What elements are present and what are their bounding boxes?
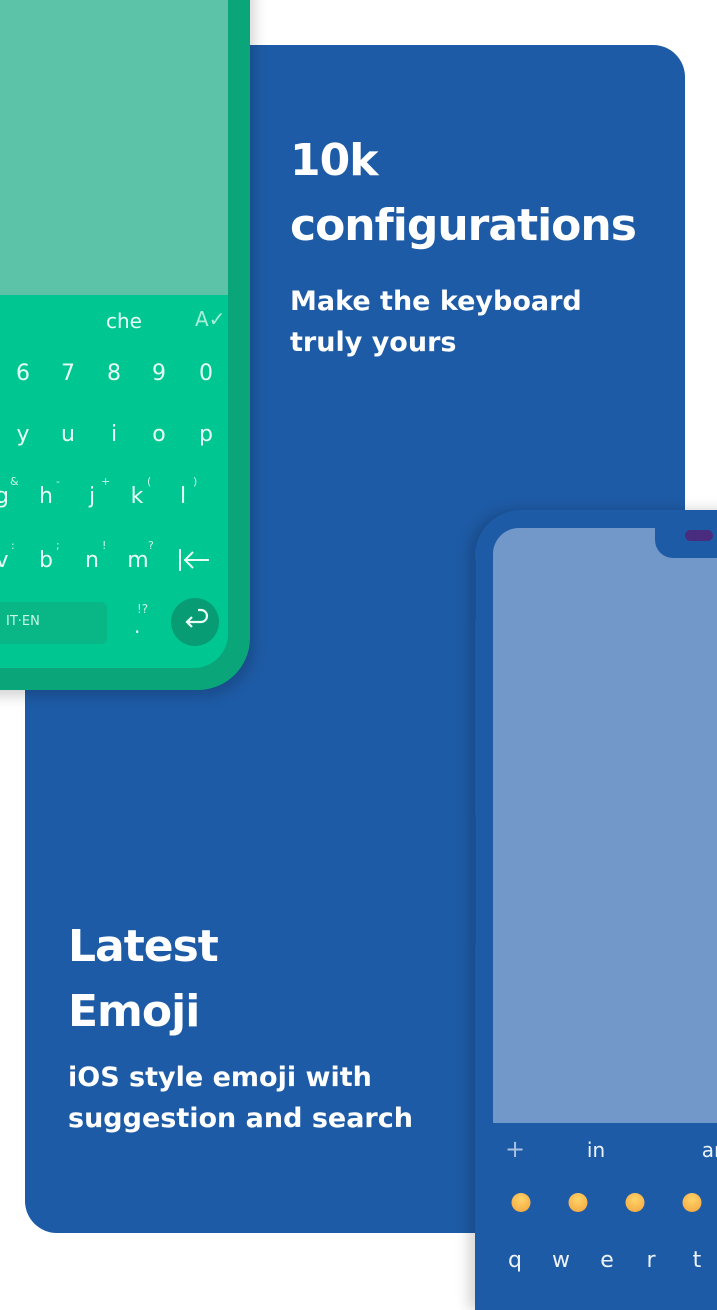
camera-icon — [685, 530, 713, 541]
key-alt: : — [11, 539, 15, 552]
key-alt: ! — [102, 539, 107, 552]
key[interactable]: q — [508, 1248, 522, 1273]
feature-subtitle-line2: truly yours — [290, 327, 457, 358]
key[interactable]: v — [0, 548, 9, 573]
key[interactable]: t — [693, 1248, 702, 1273]
key[interactable]: o — [152, 422, 165, 447]
key[interactable]: w — [552, 1248, 570, 1273]
key-alt: - — [56, 475, 60, 488]
key[interactable]: y — [16, 422, 29, 447]
key[interactable]: l — [180, 484, 186, 509]
key[interactable]: i — [111, 422, 117, 447]
key[interactable]: m — [127, 548, 148, 573]
suggestion-word[interactable]: ar — [702, 1138, 717, 1162]
key-alt: ) — [193, 475, 198, 488]
enter-button[interactable] — [171, 598, 219, 646]
key[interactable]: 6 — [16, 361, 30, 386]
key-alt: + — [101, 475, 111, 488]
emoji-title-line1: Latest — [68, 921, 219, 972]
key[interactable]: 0 — [199, 361, 213, 386]
key[interactable]: 8 — [107, 361, 121, 386]
key[interactable]: g — [0, 484, 9, 509]
feature-title-line1: 10k — [290, 135, 378, 186]
key[interactable]: u — [61, 422, 75, 447]
face-savoring-food-icon[interactable] — [568, 1193, 588, 1212]
space-bar[interactable]: IT·EN — [0, 602, 107, 644]
feature-title-line2: configurations — [290, 200, 637, 251]
suggestion-word[interactable]: che — [106, 309, 142, 333]
backspace-icon[interactable] — [177, 547, 211, 573]
plus-icon[interactable]: + — [505, 1135, 525, 1163]
feature-subtitle-line1: Make the keyboard — [290, 286, 582, 317]
key[interactable]: k — [131, 484, 144, 509]
smiling-face-icon[interactable] — [682, 1193, 702, 1212]
key[interactable]: b — [39, 548, 53, 573]
spellcheck-icon[interactable]: A✓ — [195, 307, 225, 331]
phone-side-button — [470, 560, 476, 620]
language-label: IT·EN — [6, 614, 40, 629]
phone-side-button — [241, 60, 248, 150]
key-alt: & — [10, 475, 19, 488]
key[interactable]: h — [39, 484, 53, 509]
key[interactable]: e — [600, 1248, 614, 1273]
period-key[interactable]: . — [134, 614, 140, 638]
key-alt: ? — [148, 539, 154, 552]
key[interactable]: j — [89, 484, 95, 509]
key[interactable]: 7 — [61, 361, 75, 386]
phone-side-button — [470, 815, 476, 945]
emoji-subtitle-line1: iOS style emoji with — [68, 1062, 372, 1093]
emoji-title-line2: Emoji — [68, 986, 200, 1037]
suggestion-word[interactable]: in — [587, 1138, 605, 1162]
blue-phone-screen — [493, 528, 717, 1123]
key[interactable]: r — [646, 1248, 655, 1273]
green-phone-screen — [0, 0, 228, 295]
key-alt: ( — [147, 475, 152, 488]
key[interactable]: 9 — [152, 361, 166, 386]
key[interactable]: p — [199, 422, 213, 447]
winking-face-icon[interactable] — [625, 1193, 645, 1212]
emoji-subtitle-line2: suggestion and search — [68, 1103, 413, 1134]
enter-icon — [185, 608, 209, 628]
key-alt: ; — [56, 539, 60, 552]
key[interactable]: n — [85, 548, 99, 573]
slightly-smiling-face-icon[interactable] — [511, 1193, 531, 1212]
